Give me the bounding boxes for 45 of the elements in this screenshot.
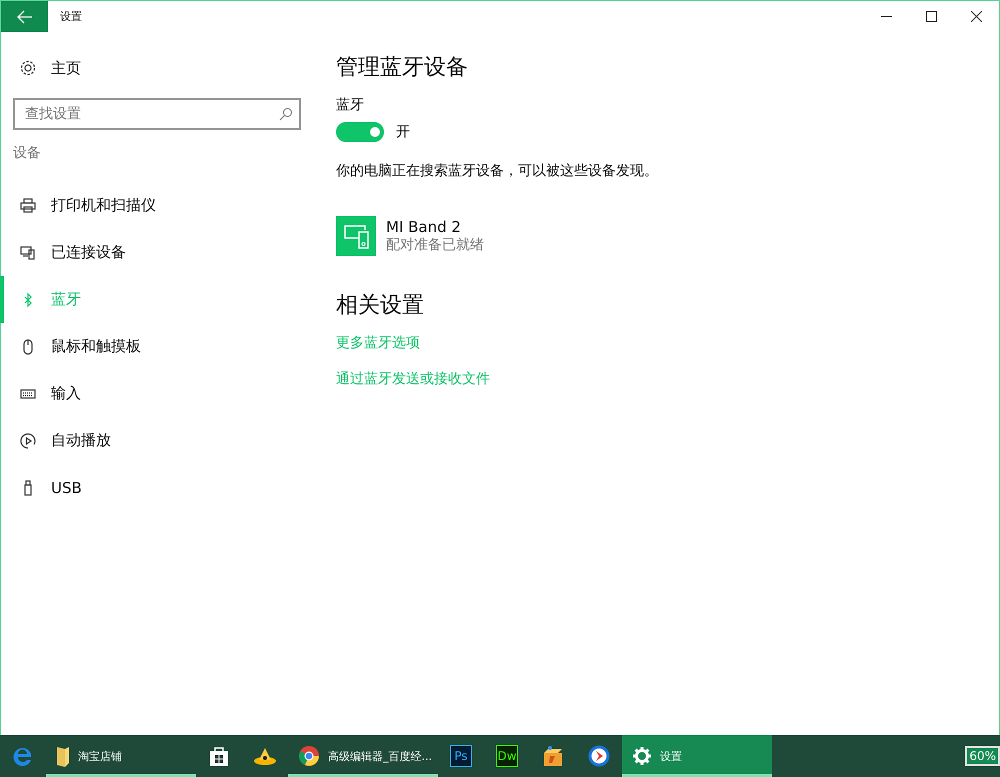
- toggle-label: 蓝牙: [336, 96, 364, 114]
- window-title: 设置: [60, 9, 82, 24]
- device-item[interactable]: MI Band 2 配对准备已就绪: [336, 216, 484, 256]
- sidebar-item[interactable]: 打印机和扫描仪: [0, 182, 321, 229]
- status-description: 你的电脑正在搜索蓝牙设备，可以被这些设备发现。: [336, 162, 658, 180]
- sidebar-item[interactable]: 自动播放: [0, 417, 321, 464]
- gift-box-icon: [541, 744, 565, 768]
- sidebar-item[interactable]: 鼠标和触摸板: [0, 323, 321, 370]
- taskbar-button[interactable]: Dw: [484, 735, 530, 777]
- taskbar-button[interactable]: 淘宝店铺: [46, 735, 196, 777]
- maximize-icon: [926, 11, 937, 22]
- gear-icon: [632, 746, 652, 766]
- folder-icon: [56, 745, 70, 767]
- page-title: 管理蓝牙设备: [336, 54, 468, 82]
- autoplay-icon: [19, 432, 37, 450]
- back-button[interactable]: [1, 1, 48, 32]
- section-title: 相关设置: [336, 292, 424, 320]
- device-name: MI Band 2: [386, 218, 462, 236]
- home-nav-item[interactable]: 主页: [0, 50, 321, 86]
- close-icon: [971, 11, 982, 22]
- section-heading: 设备: [12, 144, 42, 163]
- sidebar-item[interactable]: USB: [0, 464, 321, 511]
- bluetooth-toggle[interactable]: [336, 122, 384, 142]
- search-icon: [279, 107, 293, 121]
- sidebar-item[interactable]: 已连接设备: [0, 229, 321, 276]
- taskbar-button[interactable]: Ps: [438, 735, 484, 777]
- devices-icon: [336, 216, 376, 256]
- device-status: 配对准备已就绪: [386, 236, 484, 254]
- app-badge-icon: Ps: [450, 745, 472, 767]
- sidebar-item[interactable]: 输入: [0, 370, 321, 417]
- gear-icon: [19, 59, 37, 77]
- printer-icon: [19, 196, 37, 214]
- search-field[interactable]: 查找设置: [13, 98, 301, 130]
- back-arrow-icon: [16, 10, 32, 24]
- devices-icon: [19, 244, 37, 262]
- toggle-state-text: 开: [396, 123, 410, 141]
- shopping-bag-icon: [209, 745, 229, 767]
- app-badge-icon: Dw: [496, 745, 518, 767]
- letter-e-icon: [12, 745, 34, 767]
- hat-icon: [253, 746, 277, 766]
- browser-icon: [298, 745, 320, 767]
- battery-indicator: 60%: [965, 746, 1000, 766]
- taskbar-button[interactable]: 设置: [622, 735, 772, 777]
- taskbar-button[interactable]: 高级编辑器_百度经...: [288, 735, 438, 777]
- play-circle-icon: [587, 744, 611, 768]
